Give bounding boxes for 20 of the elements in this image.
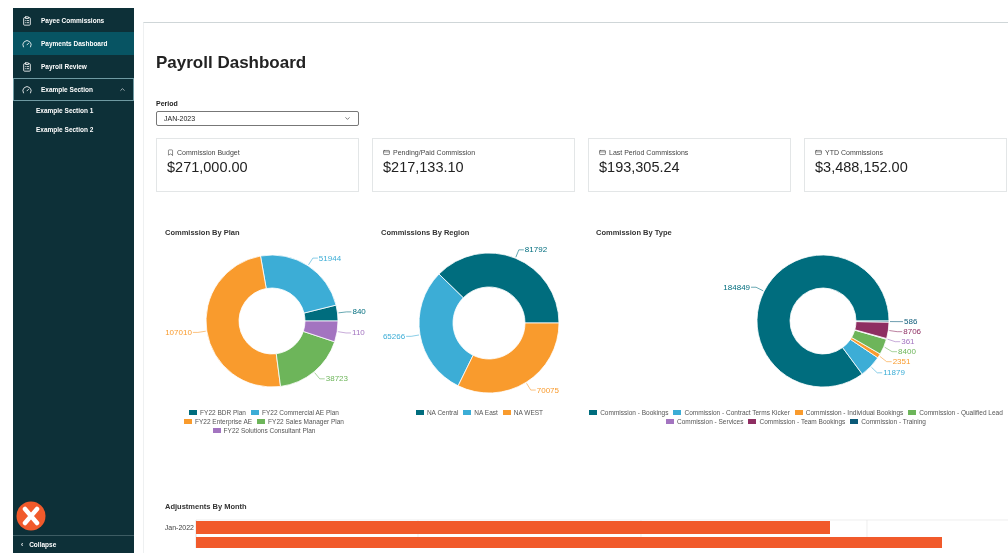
page-title: Payroll Dashboard bbox=[156, 53, 308, 73]
value-label: 2351 bbox=[879, 356, 911, 367]
value-label: 586 bbox=[889, 317, 918, 327]
value-label: 184849 bbox=[723, 282, 764, 292]
value-label: 840 bbox=[338, 307, 366, 317]
value-label: 81792 bbox=[515, 245, 548, 258]
card-value: $3,488,152.00 bbox=[815, 159, 909, 175]
value-label: 107010 bbox=[165, 327, 207, 337]
card-value: $217,133.10 bbox=[383, 159, 465, 175]
value-label: 8400 bbox=[884, 346, 916, 357]
value-label: 51944 bbox=[308, 253, 342, 266]
value-label: 361 bbox=[887, 337, 915, 347]
value-label: 11879 bbox=[871, 366, 905, 378]
value-label: 110 bbox=[337, 328, 365, 338]
value-label: 8706 bbox=[889, 327, 922, 337]
card-value: $271,000.00 bbox=[167, 159, 249, 175]
card-value: $193,305.24 bbox=[599, 159, 681, 175]
value-label: 38723 bbox=[314, 372, 348, 384]
value-label: 65266 bbox=[382, 331, 420, 341]
value-label: 70075 bbox=[526, 382, 559, 395]
